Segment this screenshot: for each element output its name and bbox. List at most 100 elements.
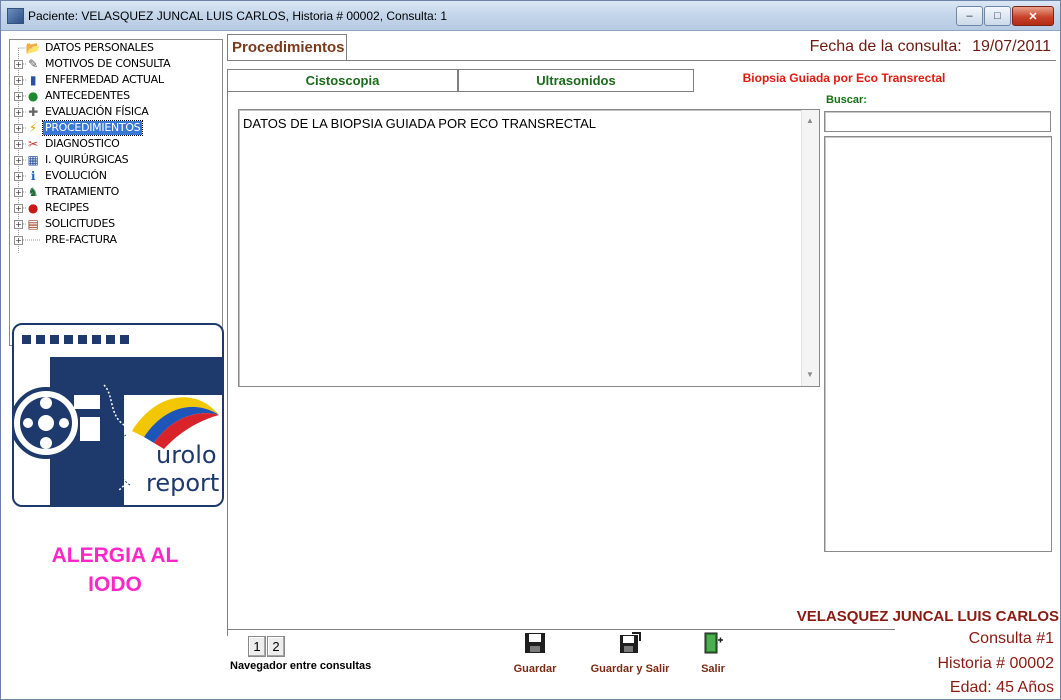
date-value: 19/07/2011 (972, 38, 1051, 55)
tab-strip-border (227, 60, 1056, 61)
logo-text-report: report (146, 469, 219, 497)
editor-scrollbar[interactable]: ▲ ▼ (801, 110, 819, 386)
navigator-page-2-button[interactable]: 2 (267, 636, 285, 657)
apple-icon: ● (27, 201, 39, 215)
guardar-button[interactable]: Guardar (505, 632, 565, 680)
tree-item[interactable]: + PRE-FACTURA (10, 232, 222, 248)
tree-item-label: DIAGNOSTICO (45, 137, 120, 150)
globe-icon: ● (27, 89, 39, 103)
tree-item-label: PRE-FACTURA (45, 233, 117, 246)
panel-bottom-border (227, 629, 895, 630)
guardar-y-salir-button[interactable]: Guardar y Salir (583, 632, 677, 680)
editor-content: DATOS DE LA BIOPSIA GUIADA POR ECO TRANS… (243, 116, 597, 131)
tree-item-label: RECIPES (45, 201, 89, 214)
application-window: Paciente: VELASQUEZ JUNCAL LUIS CARLOS, … (0, 0, 1061, 700)
tab-procedimientos[interactable]: Procedimientos (227, 34, 347, 60)
tree-item[interactable]: + ✎ MOTIVOS DE CONSULTA (10, 56, 222, 72)
exit-door-icon (704, 632, 723, 654)
folder-open-icon: 📂 (25, 41, 41, 55)
save-exit-icon (620, 632, 641, 653)
consultation-number: Consulta #1 (968, 630, 1054, 647)
logo-text-urolo: urolo (156, 441, 217, 469)
window-title: Paciente: VELASQUEZ JUNCAL LUIS CARLOS, … (28, 9, 448, 23)
close-button[interactable]: ✕ (1012, 6, 1054, 26)
patient-age: Edad: 45 Años (949, 679, 1054, 696)
tree-item[interactable]: + ▤ SOLICITUDES (10, 216, 222, 232)
subtab-ultrasonidos[interactable]: Ultrasonidos (458, 69, 694, 91)
blank-icon (26, 233, 40, 247)
tree-item-label: MOTIVOS DE CONSULTA (45, 57, 171, 70)
person-icon: ♞ (27, 185, 39, 199)
tree-item-label: I. QUIRÚRGICAS (45, 153, 129, 166)
app-icon (7, 8, 24, 24)
navigation-tree[interactable]: 📂 DATOS PERSONALES + ✎ MOTIVOS DE CONSULTA + ▮… (9, 39, 223, 346)
tree-item[interactable]: + ▦ I. QUIRÚRGICAS (10, 152, 222, 168)
tree-item-label: ANTECEDENTES (45, 89, 130, 102)
info-icon: ℹ (30, 169, 36, 183)
panel-left-border (227, 91, 228, 636)
salir-label: Salir (701, 663, 725, 675)
expand-toggle-icon[interactable]: + (14, 172, 23, 181)
allergy-line-1: ALERGIA AL (51, 544, 179, 567)
navigator-page-1-button[interactable]: 1 (248, 636, 266, 657)
tree-item[interactable]: + ✚ EVALUACIÓN FÍSICA (10, 104, 222, 120)
logo-graphic: urolo report (14, 335, 222, 505)
pen-icon: ✎ (28, 57, 38, 71)
expand-toggle-icon[interactable]: + (14, 156, 23, 165)
grid-icon: ▦ (27, 153, 39, 167)
navigator-caption: Navegador entre consultas (230, 660, 372, 672)
search-input[interactable] (824, 111, 1051, 132)
salir-button[interactable]: Salir (693, 632, 733, 680)
tree-item-label: ENFERMEDAD ACTUAL (45, 73, 164, 86)
document-icon: ▤ (27, 217, 39, 231)
minimize-button[interactable]: – (956, 6, 983, 26)
search-label: Buscar: (826, 94, 867, 106)
expand-toggle-icon[interactable]: + (14, 140, 23, 149)
patient-name: VELASQUEZ JUNCAL LUIS CARLOS (796, 608, 1059, 625)
expand-toggle-icon[interactable]: + (14, 204, 23, 213)
urolo-report-logo: urolo report (12, 323, 224, 507)
search-results-list[interactable] (824, 136, 1052, 552)
physician-icon: ✚ (28, 105, 38, 119)
subtab-biopsia[interactable]: Biopsia Guiada por Eco Transrectal (694, 69, 994, 91)
tree-item[interactable]: + ♞ TRATAMIENTO (10, 184, 222, 200)
guardar-y-salir-label: Guardar y Salir (590, 663, 670, 675)
tree-item[interactable]: + ● ANTECEDENTES (10, 88, 222, 104)
tools-icon: ✂ (28, 137, 38, 151)
expand-toggle-icon[interactable]: + (14, 188, 23, 197)
guardar-label: Guardar (513, 663, 557, 675)
client-area: 📂 DATOS PERSONALES + ✎ MOTIVOS DE CONSULTA + ▮… (1, 31, 1060, 699)
title-bar[interactable]: Paciente: VELASQUEZ JUNCAL LUIS CARLOS, … (1, 1, 1060, 31)
tree-item[interactable]: + ▮ ENFERMEDAD ACTUAL (10, 72, 222, 88)
tree-item-label: EVOLUCIÓN (45, 169, 107, 182)
allergy-line-2: IODO (88, 573, 142, 596)
tree-item[interactable]: + ⚡ PROCEDIMIENTOS (10, 120, 222, 136)
date-label: Fecha de la consulta: (809, 38, 962, 55)
tree-item[interactable]: 📂 DATOS PERSONALES (10, 40, 222, 56)
history-number: Historia # 00002 (937, 655, 1054, 672)
tree-item-label: PROCEDIMIENTOS (41, 120, 144, 136)
subtab-cistoscopia[interactable]: Cistoscopia (227, 69, 458, 91)
scroll-down-icon[interactable]: ▼ (806, 370, 814, 379)
subtab-strip-border (227, 91, 694, 92)
tree-item-label: SOLICITUDES (45, 217, 115, 230)
bar-chart-icon: ▮ (29, 73, 37, 87)
tree-item[interactable]: + ✂ DIAGNOSTICO (10, 136, 222, 152)
expand-toggle-icon[interactable]: + (14, 92, 23, 101)
expand-toggle-icon[interactable]: + (14, 108, 23, 117)
expand-toggle-icon[interactable]: + (14, 124, 23, 133)
floppy-disk-icon (525, 633, 545, 653)
tree-item-label: DATOS PERSONALES (45, 41, 154, 54)
tree-item[interactable]: + ● RECIPES (10, 200, 222, 216)
scroll-up-icon[interactable]: ▲ (806, 116, 814, 125)
expand-toggle-icon[interactable]: + (14, 236, 23, 245)
expand-toggle-icon[interactable]: + (14, 60, 23, 69)
tree-item[interactable]: + ℹ EVOLUCIÓN (10, 168, 222, 184)
expand-toggle-icon[interactable]: + (14, 220, 23, 229)
lightning-icon: ⚡ (28, 121, 38, 135)
biopsy-notes-textarea[interactable]: DATOS DE LA BIOPSIA GUIADA POR ECO TRANS… (238, 109, 820, 387)
tree-item-label: TRATAMIENTO (45, 185, 119, 198)
expand-toggle-icon[interactable]: + (14, 76, 23, 85)
allergy-warning: ALERGIA AL IODO (9, 541, 221, 599)
maximize-button[interactable]: □ (984, 6, 1011, 26)
